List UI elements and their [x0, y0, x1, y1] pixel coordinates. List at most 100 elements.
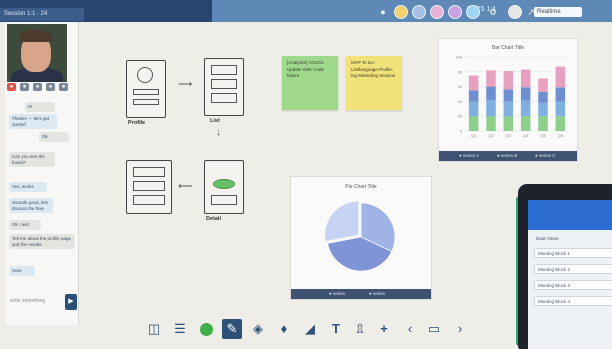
chat-message: Can you see the board?: [9, 152, 55, 167]
bar-segment: [538, 78, 548, 92]
bar-segment: [555, 116, 566, 131]
tablet-list-item[interactable]: Meeting Block 2: [534, 264, 612, 274]
chat-message: Hi: [25, 102, 55, 112]
bar-segment: [503, 101, 514, 117]
y-tick-label: 40: [458, 99, 463, 104]
bar-chart-card[interactable]: Bar Chart Title 0 20 40 60 80 100 Q1 Q2 Q3 Q4 Q5 Q6…: [438, 38, 578, 162]
chat-icon[interactable]: ●: [59, 83, 68, 91]
avatar[interactable]: [430, 5, 444, 19]
sketch-line: [133, 167, 165, 177]
screen-icon[interactable]: ▭: [424, 319, 444, 339]
bar-segment: [503, 71, 514, 90]
pie-chart-card[interactable]: Pie Chart Title ● series ● series: [290, 176, 432, 300]
text-icon[interactable]: T: [326, 319, 346, 339]
x-tick-label: Q2: [488, 133, 494, 138]
forward-icon[interactable]: ›: [450, 319, 470, 339]
sticky-note-icon[interactable]: ◢: [300, 319, 320, 339]
bar-segment: [555, 101, 566, 117]
bottom-toolbar: ◫ ☰ ✎ ◈ ♦ ◢ T ⇫ + ‹ ▭ ›: [138, 315, 478, 343]
x-tick-label: Q5: [540, 133, 546, 138]
color-icon[interactable]: [196, 319, 216, 339]
bell-icon[interactable]: ●: [378, 7, 388, 17]
avatar[interactable]: [412, 5, 426, 19]
send-icon[interactable]: ▶: [65, 294, 77, 310]
legend-item: ● series: [369, 291, 385, 296]
x-tick-label: Q3: [506, 133, 512, 138]
tablet-device: Data Views Meeting Block 1 Meeting Block…: [518, 184, 612, 349]
sketch-line: [133, 89, 159, 95]
mic-icon[interactable]: ●: [20, 83, 29, 91]
x-tick-label: Q1: [471, 133, 477, 138]
tablet-section-label: Data Views: [536, 236, 559, 241]
sketch-wireframe-screen[interactable]: [126, 160, 172, 214]
marker-icon[interactable]: ♦: [274, 319, 294, 339]
tablet-screen[interactable]: Data Views Meeting Block 1 Meeting Block…: [528, 200, 612, 349]
session-tab[interactable]: Session 1:1 · 24: [0, 8, 84, 21]
bar-segment: [520, 100, 531, 117]
chat-message: Ok: [39, 132, 69, 142]
bar-segment: [555, 87, 566, 102]
y-tick-label: 100: [455, 55, 462, 60]
bar-segment: [520, 87, 531, 101]
bar-segment: [486, 116, 496, 131]
sketch-label-profile: Profile: [128, 120, 146, 126]
back-icon[interactable]: ‹: [400, 319, 420, 339]
y-tick-label: 60: [458, 84, 463, 89]
sketch-wireframe-list[interactable]: [204, 58, 244, 116]
tablet-list-item[interactable]: Meeting Block 3: [534, 280, 612, 290]
legend-item: ● series A: [459, 153, 479, 158]
x-tick-label: Q6: [558, 133, 564, 138]
legend-item: ● series B: [497, 153, 518, 158]
menu-icon[interactable]: ☰: [170, 319, 190, 339]
video-feed[interactable]: [7, 24, 67, 82]
sketch-line: [133, 195, 165, 205]
bar-segment: [538, 102, 548, 117]
avatar[interactable]: [394, 5, 408, 19]
bar-segment: [468, 90, 479, 102]
sketch-wireframe-detail[interactable]: [204, 160, 244, 214]
add-icon[interactable]: +: [374, 319, 394, 339]
chat-message: Tell me about the profile page and the r…: [9, 234, 75, 249]
bar-segment: [486, 99, 496, 117]
sticky-note-yellow[interactable]: MVP To Do: List/language Profile, log Ma…: [346, 56, 402, 110]
chat-message: Ok, next: [9, 220, 41, 230]
bar-segment: [486, 70, 496, 87]
avatar[interactable]: [466, 5, 480, 19]
eraser-icon[interactable]: ◈: [248, 319, 268, 339]
bar-segment: [555, 66, 566, 88]
top-bar: Session 1:1 · 24 Fit 75 1:1 Realtime ● ⚙…: [0, 0, 612, 22]
sketch-line: [133, 181, 165, 191]
layers-icon[interactable]: ◫: [144, 319, 164, 339]
sketch-line: [211, 195, 237, 205]
sketch-line: [211, 65, 237, 75]
bar-segment: [538, 91, 548, 103]
sketch-label-detail: Detail: [206, 216, 221, 222]
chat-panel: ● ● ● ● ● Hi Thanks — let's get started …: [5, 22, 79, 325]
sketch-line: [211, 93, 237, 103]
avatar[interactable]: [448, 5, 462, 19]
end-call-icon[interactable]: ●: [7, 83, 16, 91]
chat-input[interactable]: write something: [7, 292, 66, 310]
camera-icon[interactable]: ●: [33, 83, 42, 91]
bar-chart-legend: ● series A ● series B ● series C: [439, 151, 577, 161]
screen-share-icon[interactable]: ●: [46, 83, 55, 91]
settings-icon[interactable]: ⚙: [488, 7, 498, 17]
share-icon[interactable]: ↗: [526, 7, 536, 17]
sticky-note-green[interactable]: [Analytics] 7/10/21 Update SDK Code fail…: [282, 56, 338, 110]
board-toolbar-strip: Fit 75 1:1 Realtime ● ⚙ ↗: [212, 0, 612, 22]
avatar[interactable]: [508, 5, 522, 19]
tablet-list-item[interactable]: Meeting Block 4: [534, 296, 612, 306]
sketch-line: [133, 99, 159, 105]
chat-message: Sure: [9, 266, 35, 276]
upload-icon[interactable]: ⇫: [350, 319, 370, 339]
bar-segment: [503, 116, 514, 131]
pen-icon[interactable]: ✎: [222, 319, 242, 339]
whiteboard-app-screen: Session 1:1 · 24 Fit 75 1:1 Realtime ● ⚙…: [0, 0, 612, 349]
tablet-list-item[interactable]: Meeting Block 1: [534, 248, 612, 258]
arrow-right-icon: ⟶: [178, 79, 193, 90]
bar-segment: [468, 75, 479, 91]
sketch-wireframe-profile[interactable]: [126, 60, 166, 118]
board-name-field[interactable]: Realtime: [534, 7, 582, 17]
pie-chart-legend: ● series ● series: [291, 289, 431, 299]
chat-message: Yes, works: [9, 182, 47, 192]
